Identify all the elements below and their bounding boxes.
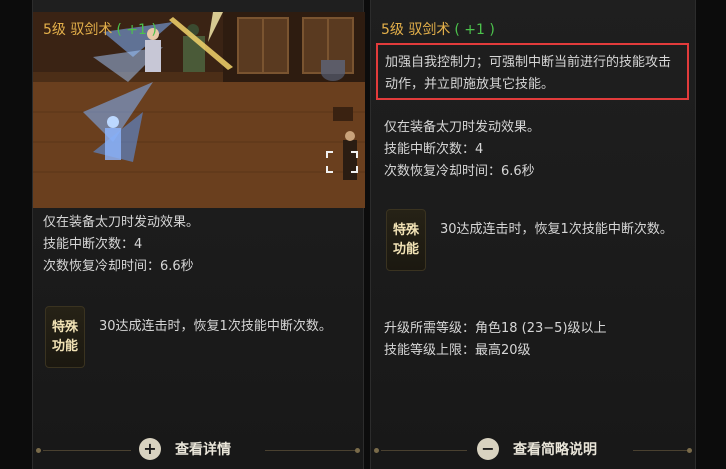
divider-line <box>43 450 131 451</box>
effect-line: 仅在装备太刀时发动效果。 <box>43 215 200 230</box>
view-details-button[interactable]: + 查看详情 <box>139 438 231 460</box>
minus-icon: − <box>477 438 499 460</box>
divider-line <box>265 450 357 451</box>
skill-tooltip-left: 5级 驭剑术( +1 ) 仅在装备太刀时发动效果。 技能中断次数：4 次数恢复冷… <box>32 0 365 469</box>
requirement-line: 升级所需等级：角色18 (23−5)级以上 <box>384 321 607 336</box>
badge-line: 特殊 <box>392 223 419 238</box>
divider-dot <box>374 448 379 453</box>
special-function-badge: 特殊 功能 <box>386 209 426 271</box>
skill-tooltip-right: 5级 驭剑术( +1 ) 加强自我控制力；可强制中断当前进行的技能攻击动作，并立… <box>370 0 696 469</box>
divider-dot <box>687 448 692 453</box>
skill-requirements: 升级所需等级：角色18 (23−5)级以上 技能等级上限：最高20级 <box>384 318 607 362</box>
skill-name: 5级 驭剑术 <box>43 22 113 38</box>
badge-line: 功能 <box>392 242 419 257</box>
skill-preview-scene <box>33 12 365 208</box>
footer: + 查看详情 <box>33 436 363 464</box>
divider-dot <box>355 448 360 453</box>
special-function-badge: 特殊 功能 <box>45 306 85 368</box>
effect-line: 技能中断次数：4 <box>384 142 484 157</box>
requirement-line: 技能等级上限：最高20级 <box>384 343 531 358</box>
divider-line <box>633 450 689 451</box>
effect-line: 次数恢复冷却时间：6.6秒 <box>43 259 194 274</box>
plus-icon: + <box>139 438 161 460</box>
skill-level-bonus: ( +1 ) <box>454 22 495 38</box>
special-function: 特殊 功能 30达成连击时，恢复1次技能中断次数。 <box>45 306 339 368</box>
effect-line: 次数恢复冷却时间：6.6秒 <box>384 164 535 179</box>
skill-description-highlight: 加强自我控制力；可强制中断当前进行的技能攻击动作，并立即施放其它技能。 <box>376 43 689 100</box>
skill-effects: 仅在装备太刀时发动效果。 技能中断次数：4 次数恢复冷却时间：6.6秒 <box>384 117 540 183</box>
badge-line: 功能 <box>51 339 78 354</box>
special-function-text: 30达成连击时，恢复1次技能中断次数。 <box>99 319 332 334</box>
footer: − 查看简略说明 <box>371 436 695 464</box>
skill-effects: 仅在装备太刀时发动效果。 技能中断次数：4 次数恢复冷却时间：6.6秒 <box>43 212 199 278</box>
view-summary-button[interactable]: − 查看简略说明 <box>477 438 597 460</box>
divider-dot <box>36 448 41 453</box>
skill-title: 5级 驭剑术( +1 ) <box>381 19 495 39</box>
skill-level-bonus: ( +1 ) <box>116 22 157 38</box>
divider-line <box>381 450 467 451</box>
skill-name: 5级 驭剑术 <box>381 22 451 38</box>
skill-title: 5级 驭剑术( +1 ) <box>43 19 157 39</box>
badge-line: 特殊 <box>51 320 78 335</box>
special-function: 特殊 功能 30达成连击时，恢复1次技能中断次数。 <box>386 209 680 271</box>
special-function-text: 30达成连击时，恢复1次技能中断次数。 <box>440 222 673 237</box>
effect-line: 仅在装备太刀时发动效果。 <box>384 120 541 135</box>
view-details-label: 查看详情 <box>175 442 231 458</box>
view-summary-label: 查看简略说明 <box>513 442 597 458</box>
effect-line: 技能中断次数：4 <box>43 237 143 252</box>
